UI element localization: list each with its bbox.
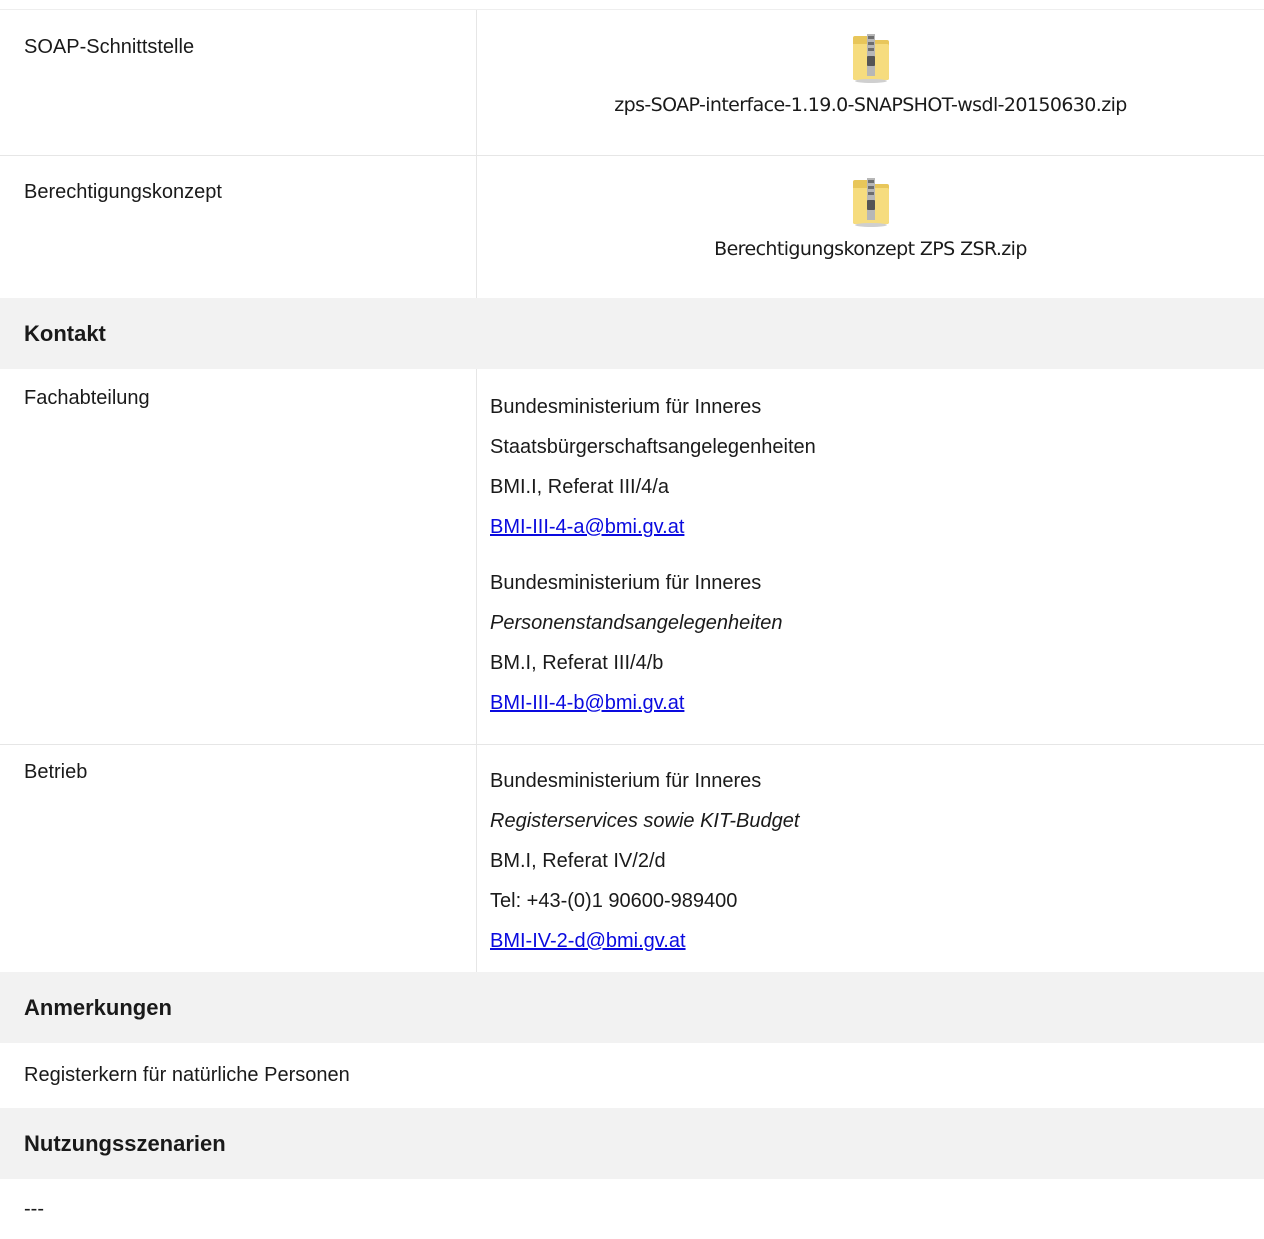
zip-folder-icon xyxy=(852,34,889,83)
section-heading-anmerkungen: Anmerkungen xyxy=(0,972,1264,1043)
referat: BM.I, Referat IV/2/d xyxy=(490,850,666,872)
referat: BM.I, Referat III/4/b xyxy=(490,652,664,674)
dept-name: Personenstandsangelegenheiten xyxy=(490,612,783,634)
row-label: SOAP-Schnittstelle xyxy=(0,10,477,155)
section-heading-kontakt: Kontakt xyxy=(0,298,1264,369)
contact-block: Bundesministerium für Inneres Registerse… xyxy=(477,745,1264,972)
row-label: Berechtigungskonzept xyxy=(0,156,477,298)
row-label: Betrieb xyxy=(0,745,477,972)
row-label: Fachabteilung xyxy=(0,369,477,744)
contact-block: Bundesministerium für Inneres Staatsbürg… xyxy=(477,369,1264,744)
contact-row-betrieb: Betrieb Bundesministerium für Inneres Re… xyxy=(0,744,1264,972)
file-name[interactable]: Berechtigungskonzept ZPS ZSR.zip xyxy=(714,238,1027,260)
file-link-berechtigung[interactable]: Berechtigungskonzept ZPS ZSR.zip xyxy=(477,156,1264,298)
download-row-soap: SOAP-Schnittstelle zps-SOAP-interface-1.… xyxy=(0,9,1264,155)
file-link-soap[interactable]: zps-SOAP-interface-1.19.0-SNAPSHOT-wsdl-… xyxy=(477,10,1264,155)
contact-row-fachabteilung: Fachabteilung Bundesministerium für Inne… xyxy=(0,369,1264,744)
section-heading-nutzungsszenarien: Nutzungsszenarien xyxy=(0,1108,1264,1179)
download-row-berechtigung: Berechtigungskonzept Berechtigungskonzep… xyxy=(0,155,1264,298)
email-link[interactable]: BMI-III-4-b@bmi.gv.at xyxy=(490,692,684,714)
anmerkungen-text: Registerkern für natürliche Personen xyxy=(24,1064,350,1086)
org-name: Bundesministerium für Inneres xyxy=(490,770,762,792)
referat: BMI.I, Referat III/4/a xyxy=(490,476,669,498)
email-link[interactable]: BMI-IV-2-d@bmi.gv.at xyxy=(490,930,686,952)
org-name: Bundesministerium für Inneres xyxy=(490,396,762,418)
org-name: Bundesministerium für Inneres xyxy=(490,572,762,594)
content-table: SOAP-Schnittstelle zps-SOAP-interface-1.… xyxy=(0,9,1264,1239)
email-link[interactable]: BMI-III-4-a@bmi.gv.at xyxy=(490,516,684,538)
telephone: Tel: +43-(0)1 90600-989400 xyxy=(490,890,738,912)
zip-folder-icon xyxy=(852,178,889,227)
file-name[interactable]: zps-SOAP-interface-1.19.0-SNAPSHOT-wsdl-… xyxy=(614,94,1127,116)
dept-name: Staatsbürgerschaftsangelegenheiten xyxy=(490,436,816,458)
nutzungsszenarien-text: --- xyxy=(24,1197,44,1220)
dept-name: Registerservices sowie KIT-Budget xyxy=(490,810,800,832)
